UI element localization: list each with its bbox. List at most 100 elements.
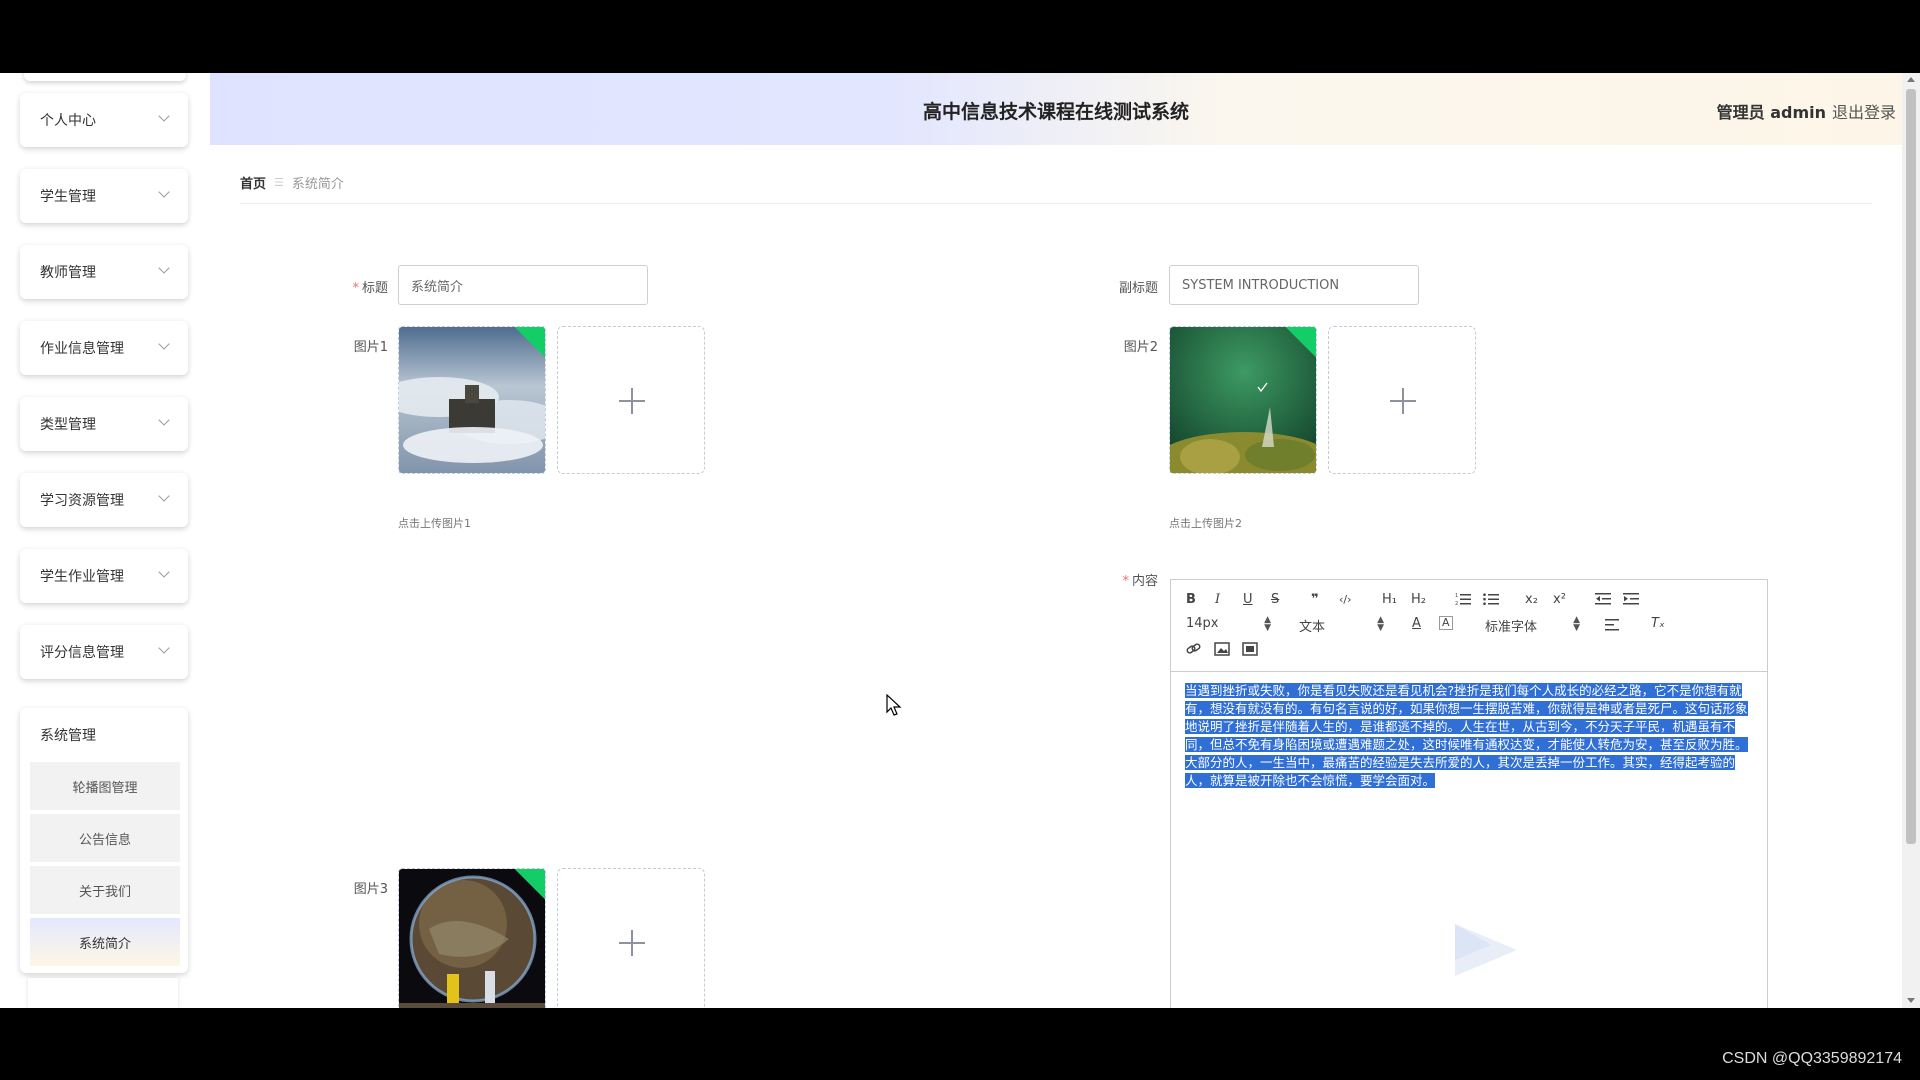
italic-button[interactable]: I	[1215, 592, 1220, 608]
divider	[240, 203, 1872, 204]
sidebar-item-label: 作业信息管理	[40, 341, 124, 357]
subtitle-label: 副标题	[1118, 281, 1158, 296]
sidebar-item-label: 学生管理	[40, 189, 96, 205]
breadcrumb: 首页 ☰ 系统简介	[240, 173, 344, 192]
sidebar-subitem-label: 关于我们	[78, 884, 131, 900]
strike-button[interactable]: S	[1271, 592, 1279, 608]
font-family-value: 标准字体	[1485, 620, 1538, 635]
scroll-up-arrow-icon[interactable]	[1907, 77, 1915, 82]
background-color-icon[interactable]: A	[1439, 616, 1453, 630]
rich-text-editor: B I U S ❞ ‹/› H₁ H₂ 12 x₂ x² 14px ▲ ▼ 文本…	[1170, 579, 1768, 1008]
breadcrumb-current: 系统简介	[291, 177, 344, 192]
updown-arrow-icon: ▲ ▼	[1264, 615, 1271, 633]
sidebar-item-label: 系统管理	[40, 728, 96, 744]
header-select[interactable]: 文本 ▲ ▼	[1299, 615, 1384, 636]
indent-icon[interactable]	[1623, 592, 1639, 606]
chevron-down-icon	[158, 110, 170, 122]
chevron-down-icon	[158, 490, 170, 502]
font-size-select[interactable]: 14px ▲ ▼	[1186, 615, 1271, 633]
font-color-icon[interactable]: A	[1412, 616, 1421, 632]
editor-toolbar: B I U S ❞ ‹/› H₁ H₂ 12 x₂ x² 14px ▲ ▼ 文本…	[1171, 580, 1767, 672]
pic1-upload-button[interactable]	[557, 326, 705, 474]
font-size-value: 14px	[1186, 616, 1219, 631]
chevron-down-icon	[158, 262, 170, 274]
breadcrumb-separator-icon: ☰	[274, 176, 284, 189]
mouse-cursor-icon	[886, 694, 902, 716]
page-scrollbar[interactable]	[1902, 73, 1920, 1008]
bold-button[interactable]: B	[1186, 592, 1196, 608]
user-label: 管理员 admin	[1716, 103, 1826, 122]
sidebar-item-label: 个人中心	[40, 113, 96, 129]
sidebar-subitem-label: 公告信息	[78, 832, 131, 848]
pic2-hint: 点击上传图片2	[1169, 517, 1242, 530]
superscript-button[interactable]: x²	[1553, 592, 1566, 608]
link-icon[interactable]	[1186, 642, 1202, 656]
outdent-icon[interactable]	[1595, 592, 1611, 606]
sidebar-item-label: 学生作业管理	[40, 569, 124, 585]
sidebar-item-learning-resources[interactable]: 学习资源管理	[20, 473, 188, 527]
logout-button[interactable]: 退出登录	[1832, 99, 1902, 123]
pic2-label: 图片2	[1123, 340, 1158, 355]
title-label-text: 标题	[361, 281, 388, 296]
pic3-upload-button[interactable]	[557, 868, 705, 1008]
pic1-hint: 点击上传图片1	[398, 517, 471, 530]
pic2-image	[1170, 327, 1316, 473]
top-header: 高中信息技术课程在线测试系统 管理员 admin 退出登录	[210, 73, 1902, 145]
sidebar-subitem-label: 系统简介	[78, 936, 131, 952]
sidebar-item-label: 学习资源管理	[40, 493, 124, 509]
scroll-down-arrow-icon[interactable]	[1907, 998, 1915, 1003]
quote-icon[interactable]: ❞	[1311, 592, 1319, 608]
editor-content[interactable]: 当遇到挫折或失败，你是看见失败还是看见机会?挫折是我们每个人成长的必经之路，它不…	[1185, 682, 1755, 790]
plus-icon-vertical	[1402, 388, 1404, 414]
pic2-thumbnail[interactable]	[1169, 326, 1317, 474]
h2-button[interactable]: H₂	[1411, 592, 1426, 608]
bullet-list-icon[interactable]	[1483, 592, 1499, 606]
video-icon[interactable]	[1242, 642, 1258, 656]
subscript-button[interactable]: x₂	[1525, 592, 1538, 608]
ordered-list-icon[interactable]: 12	[1455, 592, 1471, 606]
updown-arrow-icon: ▲ ▼	[1573, 615, 1580, 633]
subtitle-input[interactable]	[1169, 265, 1419, 305]
content-label: * 内容	[1100, 570, 1158, 589]
title-input[interactable]	[398, 265, 648, 305]
svg-text:2: 2	[1455, 601, 1458, 606]
sidebar-item-teacher-management[interactable]: 教师管理	[20, 245, 188, 299]
pic1-thumbnail[interactable]	[398, 326, 546, 474]
updown-arrow-icon: ▲ ▼	[1377, 615, 1384, 633]
pic3-thumbnail[interactable]	[398, 868, 546, 1008]
sidebar-item-label: 评分信息管理	[40, 645, 124, 661]
image-icon[interactable]	[1214, 642, 1230, 656]
font-family-select[interactable]: 标准字体 ▲ ▼	[1485, 615, 1580, 636]
player-logo-icon	[1455, 924, 1517, 976]
sidebar-subitem-label: 轮播图管理	[72, 780, 138, 796]
clear-format-icon[interactable]: Tₓ	[1651, 616, 1665, 632]
scrollbar-thumb[interactable]	[1906, 89, 1916, 844]
align-icon[interactable]	[1605, 618, 1621, 632]
sidebar-subitem-about-us[interactable]: 关于我们	[30, 866, 180, 916]
sidebar-item-student-assignments[interactable]: 学生作业管理	[20, 549, 188, 603]
underline-button[interactable]: U	[1243, 592, 1253, 608]
sidebar-subitem-carousel[interactable]: 轮播图管理	[30, 762, 180, 812]
pic2-upload-button[interactable]	[1328, 326, 1476, 474]
watermark: CSDN @QQ3359892174	[1722, 1050, 1902, 1067]
plus-icon-vertical	[631, 930, 633, 956]
required-mark: *	[1122, 574, 1129, 589]
sidebar-item-label: 教师管理	[40, 265, 96, 281]
pic3-label: 图片3	[353, 882, 388, 897]
code-icon[interactable]: ‹/›	[1339, 592, 1352, 608]
sidebar-item-assignment-info[interactable]: 作业信息管理	[20, 321, 188, 375]
sidebar-item-grading-info[interactable]: 评分信息管理	[20, 625, 188, 679]
chevron-down-icon	[158, 566, 170, 578]
svg-text:1: 1	[1455, 593, 1458, 599]
editor-text: 当遇到挫折或失败，你是看见失败还是看见机会?挫折是我们每个人成长的必经之路，它不…	[1185, 683, 1748, 788]
sidebar-subitem-system-intro[interactable]: 系统简介	[30, 918, 180, 968]
breadcrumb-home[interactable]: 首页	[240, 173, 266, 192]
sidebar-item-student-management[interactable]: 学生管理	[20, 169, 188, 223]
chevron-down-icon	[158, 338, 170, 350]
h1-button[interactable]: H₁	[1382, 592, 1397, 608]
sidebar-item-system-management[interactable]: 系统管理	[20, 708, 188, 762]
sidebar-item-personal-center[interactable]: 个人中心	[20, 93, 188, 147]
pic1-image	[399, 327, 545, 473]
sidebar-item-type-management[interactable]: 类型管理	[20, 397, 188, 451]
sidebar-subitem-announcements[interactable]: 公告信息	[30, 814, 180, 864]
